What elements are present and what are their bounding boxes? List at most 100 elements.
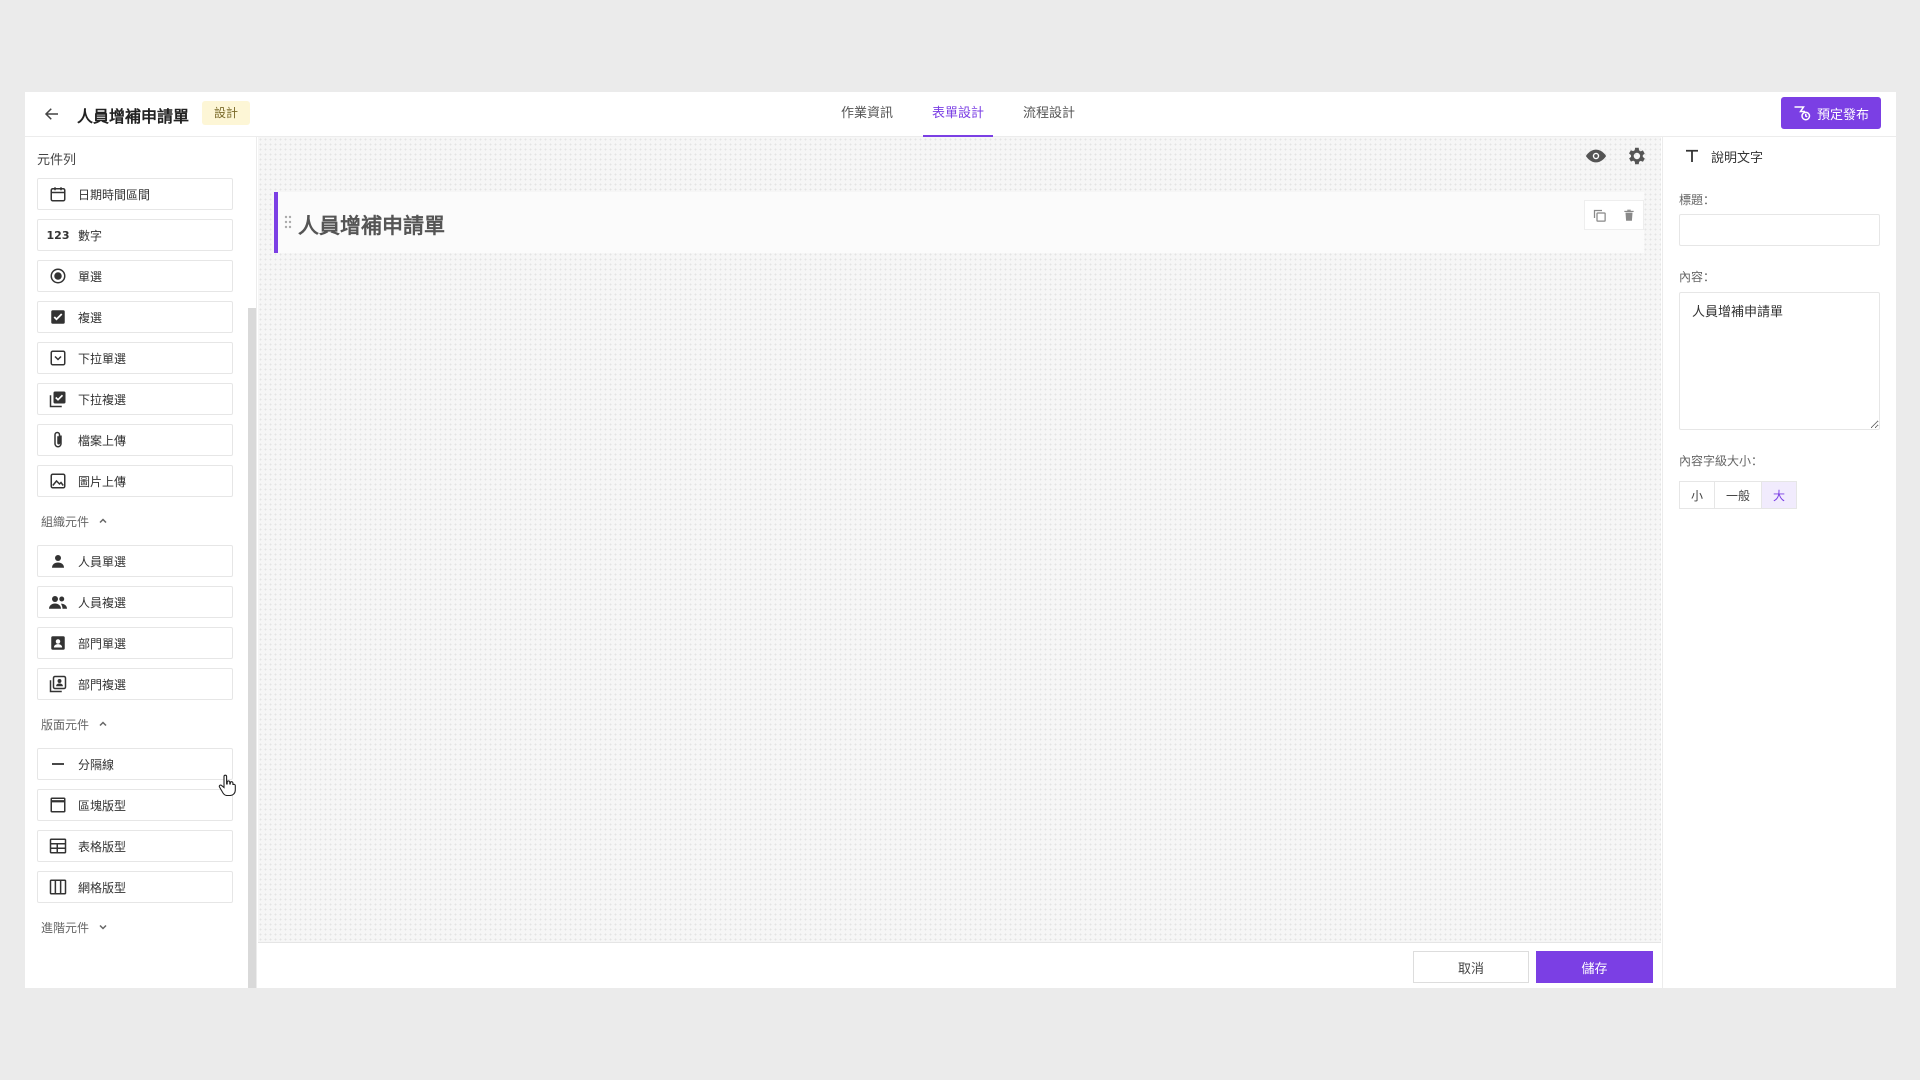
- delete-block-button[interactable]: [1615, 201, 1643, 229]
- component-label: 人員單選: [78, 554, 127, 569]
- component-grid-layout[interactable]: 網格版型: [37, 871, 233, 903]
- component-person-single[interactable]: 人員單選: [37, 545, 233, 577]
- component-person-multi[interactable]: 人員複選: [37, 586, 233, 618]
- font-size-normal[interactable]: 一般: [1715, 481, 1763, 509]
- tab-flow-design[interactable]: 流程設計: [1014, 92, 1084, 137]
- font-size-label: 內容字級大小：: [1679, 454, 1764, 468]
- component-radio[interactable]: 單選: [37, 260, 233, 292]
- cancel-button[interactable]: 取消: [1413, 951, 1529, 983]
- person-icon: [48, 551, 68, 571]
- form-canvas[interactable]: 人員增補申請單 取消 儲存: [258, 137, 1661, 988]
- department-icon: [48, 633, 68, 653]
- number-icon: 123: [46, 228, 70, 242]
- component-label: 複選: [78, 310, 103, 325]
- component-list: 日期時間區間 123 數字 單選 複選 下拉單選 下拉複選 檔案上傳 圖片上傳 …: [37, 178, 233, 951]
- grid-layout-icon: [48, 877, 68, 897]
- back-button[interactable]: [40, 102, 64, 126]
- component-label: 圖片上傳: [78, 474, 127, 489]
- component-label: 檔案上傳: [78, 433, 127, 448]
- publish-icon: [1794, 106, 1811, 121]
- text-type-icon: [1683, 147, 1701, 165]
- paperclip-icon: [48, 430, 68, 450]
- advanced-group-toggle[interactable]: 進階元件: [37, 912, 233, 942]
- save-button[interactable]: 儲存: [1536, 951, 1653, 983]
- component-date-range[interactable]: 日期時間區間: [37, 178, 233, 210]
- org-group-toggle[interactable]: 組織元件: [37, 506, 233, 536]
- properties-panel: 說明文字 標題： 內容： 人員增補申請單 內容字級大小： 小 一般 大: [1662, 137, 1896, 988]
- app-title: 人員增補申請單: [77, 107, 190, 126]
- component-label: 數字: [78, 228, 103, 243]
- tab-form-design[interactable]: 表單設計: [923, 92, 994, 137]
- component-divider[interactable]: 分隔線: [37, 748, 233, 780]
- content-field[interactable]: 人員增補申請單: [1679, 292, 1880, 430]
- divider-icon: [48, 754, 68, 774]
- departments-icon: [48, 674, 68, 694]
- people-icon: [48, 592, 68, 612]
- font-size-small[interactable]: 小: [1679, 481, 1716, 509]
- component-number[interactable]: 123 數字: [37, 219, 233, 251]
- component-label: 部門複選: [78, 677, 127, 692]
- content-field-label: 內容：: [1679, 270, 1716, 284]
- component-file-upload[interactable]: 檔案上傳: [37, 424, 233, 456]
- image-icon: [48, 471, 68, 491]
- component-dropdown-multi[interactable]: 下拉複選: [37, 383, 233, 415]
- form-title: 人員增補申請單: [298, 214, 445, 238]
- component-label: 下拉單選: [78, 351, 127, 366]
- table-layout-icon: [48, 836, 68, 856]
- settings-button[interactable]: [1623, 143, 1649, 169]
- component-department-multi[interactable]: 部門複選: [37, 668, 233, 700]
- font-size-selector: 小 一般 大: [1679, 481, 1798, 509]
- form-title-block[interactable]: 人員增補申請單: [274, 192, 1644, 253]
- component-label: 單選: [78, 269, 103, 284]
- component-dropdown-single[interactable]: 下拉單選: [37, 342, 233, 374]
- component-panel: 元件列 日期時間區間 123 數字 單選 複選 下拉單選 下拉複選 檔案上傳 圖…: [25, 137, 257, 988]
- component-label: 部門單選: [78, 636, 127, 651]
- drag-handle-icon[interactable]: [284, 214, 292, 233]
- dropdown-multi-icon: [48, 389, 68, 409]
- component-department-single[interactable]: 部門單選: [37, 627, 233, 659]
- hand-cursor-icon: [218, 774, 236, 800]
- calendar-icon: [48, 184, 68, 204]
- component-label: 分隔線: [78, 757, 115, 772]
- mode-badge: 設計: [202, 101, 251, 125]
- component-checkbox[interactable]: 複選: [37, 301, 233, 333]
- component-block-layout[interactable]: 區塊版型: [37, 789, 233, 821]
- component-label: 下拉複選: [78, 392, 127, 407]
- component-label: 日期時間區間: [78, 187, 151, 202]
- component-label: 網格版型: [78, 880, 127, 895]
- checkbox-icon: [48, 307, 68, 327]
- component-label: 區塊版型: [78, 798, 127, 813]
- chevron-up-icon: [97, 515, 109, 527]
- copy-icon: [1593, 209, 1606, 222]
- properties-header: 說明文字: [1663, 137, 1896, 175]
- properties-title: 說明文字: [1711, 150, 1764, 166]
- preview-button[interactable]: [1583, 143, 1609, 169]
- arrow-left-icon: [44, 108, 58, 120]
- layout-group-toggle[interactable]: 版面元件: [37, 709, 233, 739]
- radio-icon: [48, 266, 68, 286]
- component-label: 表格版型: [78, 839, 127, 854]
- title-field-label: 標題：: [1679, 193, 1716, 207]
- component-panel-scrollbar[interactable]: [248, 308, 256, 988]
- component-table-layout[interactable]: 表格版型: [37, 830, 233, 862]
- tab-job-info[interactable]: 作業資訊: [832, 92, 902, 137]
- canvas-footer: 取消 儲存: [258, 942, 1661, 988]
- eye-icon: [1585, 149, 1607, 163]
- top-header: 人員增補申請單 設計 作業資訊 表單設計 流程設計 預定發布: [25, 92, 1896, 137]
- publish-button[interactable]: 預定發布: [1780, 97, 1881, 129]
- org-group-label: 組織元件: [41, 514, 90, 529]
- block-layout-icon: [48, 795, 68, 815]
- tab-bar: 作業資訊 表單設計 流程設計: [832, 92, 1105, 137]
- font-size-large[interactable]: 大: [1762, 481, 1798, 509]
- layout-group-label: 版面元件: [41, 717, 90, 732]
- title-field[interactable]: [1679, 214, 1880, 246]
- component-label: 人員複選: [78, 595, 127, 610]
- gear-icon: [1629, 147, 1645, 165]
- form-designer-window: 人員增補申請單 設計 作業資訊 表單設計 流程設計 預定發布 元件列 日期時間區…: [25, 92, 1896, 988]
- component-panel-title: 元件列: [37, 153, 77, 168]
- chevron-down-icon: [97, 921, 109, 933]
- component-image-upload[interactable]: 圖片上傳: [37, 465, 233, 497]
- chevron-up-icon: [97, 718, 109, 730]
- copy-block-button[interactable]: [1585, 201, 1613, 229]
- publish-label: 預定發布: [1816, 107, 1869, 123]
